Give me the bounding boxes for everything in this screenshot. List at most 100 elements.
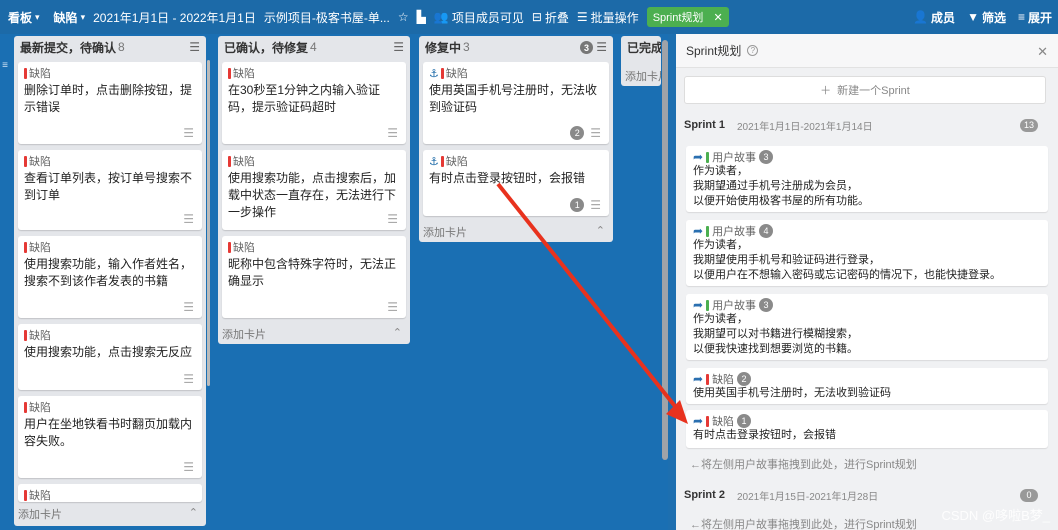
story-marker-icon [706,151,710,163]
description-icon: ☰ [183,372,194,386]
sprint-pill-label: Sprint规划 [652,12,704,24]
filter-button[interactable]: ▼ 筛选 [967,9,1006,26]
item-tag: ➦ 缺陷 1 [693,414,1041,428]
batch-label: 批量操作 [590,10,639,25]
card[interactable]: 缺陷 用户在坐地铁看书时翻页加载内容失败。 ☰ [18,396,202,478]
bug-marker-icon [24,329,27,341]
project-name[interactable]: 示例项目-极客书屋-单... [264,9,390,26]
collapse-icon[interactable]: ⌃ [189,506,198,519]
item-line: 我期望使用手机号和验证码进行登录， [693,254,880,266]
description-icon: ☰ [387,212,398,226]
card[interactable]: 缺陷 [18,484,202,502]
sprint-item[interactable]: ➦ 缺陷 2 使用英国手机号注册时，无法收到验证码 [686,368,1048,404]
card-type: 缺陷 [445,68,468,80]
column-badge: 3 [580,41,593,54]
card[interactable]: 缺陷 查看订单列表，按订单号搜索不到订单 ☰ [18,150,202,230]
help-icon[interactable]: ? [747,45,759,56]
card-tag: 缺陷 [228,154,400,168]
new-sprint-label: 新建一个Sprint [837,85,910,97]
sprint-item[interactable]: ➦ 用户故事 3 作为读者， 我期望可以对书籍进行模糊搜索， 以便我快速找到想要浏览… [686,294,1048,360]
add-card-link[interactable]: 添加卡片 [222,326,266,342]
sprint-count-badge: 13 [1019,118,1038,132]
close-icon[interactable]: ✕ [1037,44,1048,60]
close-icon[interactable]: ✕ [713,11,722,24]
card[interactable]: 缺陷 使用搜索功能，点击搜索后，加载中状态一直存在，无法进行下一步操作 ☰ [222,150,406,230]
story-marker-icon [706,225,710,237]
bug-marker-icon [228,155,231,167]
description-icon: ☰ [590,126,601,140]
collapse-icon[interactable]: ⌃ [393,326,402,339]
share-icon: ➦ [693,372,704,386]
view-label: 看板 [8,10,33,25]
card-type: 缺陷 [29,242,51,254]
fold-button[interactable]: ⊟ 折叠 [532,9,569,26]
sprint-dates: 2021年1月15日-2021年1月28日 [736,491,879,503]
card[interactable]: 缺陷 删除订单时，点击删除按钮，提示错误 ☰ [18,62,202,144]
star-icon[interactable]: ☆ [398,10,409,24]
drop-hint: ←将左侧用户故事拖拽到此处，进行Sprint规划 [690,519,917,530]
item-tag: ➦ 用户故事 3 [693,150,1041,164]
sprint-item[interactable]: ➦ 缺陷 1 有时点击登录按钮时，会报错 [686,410,1048,448]
add-card-link[interactable]: 添加卡片 [423,224,467,240]
view-switch-dropdown[interactable]: 看板 ▾ [8,9,40,26]
item-line: 以便用户在不想输入密码或忘记密码的情况下，也能快捷登录。 [693,269,1001,281]
card-tag: ⚓ 缺陷 [429,66,603,80]
card[interactable]: 缺陷 使用搜索功能，点击搜索无反应 ☰ [18,324,202,390]
menu-icon[interactable]: ☰ [393,40,404,54]
card-title: 昵称中包含特殊字符时，无法正确显示 [228,257,397,288]
column-new: 最新提交，待确认 8 ☰ 缺陷 删除订单时，点击删除按钮，提示错误 ☰ 缺陷 查看订… [14,36,206,526]
bug-marker-icon [24,155,27,167]
add-card-link[interactable]: 添加卡片 [625,68,661,84]
visibility-button[interactable]: 👥 项目成员可见 [434,9,524,26]
card-type: 缺陷 [29,156,51,168]
add-card-link[interactable]: 添加卡片 [18,506,62,522]
card[interactable]: 缺陷 使用搜索功能，输入作者姓名，搜索不到该作者发表的书籍 ☰ [18,236,202,318]
sprint-name: Sprint 1 [684,119,725,131]
sprint-count-badge: 0 [1020,488,1038,502]
expand-button[interactable]: ≡ 展开 [1018,9,1052,26]
column-header: 已完成1 [621,36,661,58]
card[interactable]: ⚓ 缺陷 有时点击登录按钮时，会报错 1 ☰ [423,150,609,216]
chart-icon[interactable]: ▙ [417,10,426,24]
item-line: 作为读者， [693,239,748,251]
members-button[interactable]: 👤 成员 [913,9,955,26]
sprint-planning-toggle[interactable]: Sprint规划 ✕ [646,7,729,27]
card[interactable]: ⚓ 缺陷 使用英国手机号注册时，无法收到验证码 2 ☰ [423,62,609,144]
collapse-icon[interactable]: ⌃ [596,224,605,237]
scrollbar[interactable] [662,40,668,460]
item-type: 用户故事 [712,226,757,238]
menu-icon[interactable]: ☰ [189,40,200,54]
story-points-badge: 4 [759,224,774,238]
new-sprint-button[interactable]: ＋ 新建一个Sprint [684,76,1046,104]
column-header: 修复中 3 3 ☰ [419,36,613,58]
plus-icon: ＋ [820,85,832,97]
type-dropdown[interactable]: 缺陷 ▾ [54,9,86,26]
column-fixing: 修复中 3 3 ☰ ⚓ 缺陷 使用英国手机号注册时，无法收到验证码 2 ☰ ⚓ 缺陷 有时点… [419,36,613,242]
bug-marker-icon [24,489,27,501]
visibility-label: 项目成员可见 [451,10,524,25]
date-range[interactable]: 2021年1月1日 - 2022年1月1日 [93,9,256,26]
item-tag: ➦ 用户故事 3 [693,298,1041,312]
card[interactable]: 缺陷 在30秒至1分钟之内输入验证码，提示验证码超时 ☰ [222,62,406,144]
members-icon: 👥 [433,10,449,24]
sprint-header[interactable]: Sprint 2 2021年1月15日-2021年1月28日 0 [684,486,1040,504]
card-type: 缺陷 [29,330,51,342]
card[interactable]: 缺陷 昵称中包含特殊字符时，无法正确显示 ☰ [222,236,406,318]
menu-icon[interactable]: ≡ [2,60,8,71]
members-label: 成员 [931,10,956,25]
sprint-header[interactable]: Sprint 1 2021年1月1日-2021年1月14日 13 [684,116,1040,134]
user-icon: 👤 [913,10,929,24]
scrollbar[interactable] [207,60,210,386]
description-icon: ☰ [590,198,601,212]
description-icon: ☰ [183,212,194,226]
menu-icon[interactable]: ☰ [596,40,607,54]
column-count: 8 [118,40,125,54]
column-header: 最新提交，待确认 8 ☰ [14,36,206,58]
sprint-item[interactable]: ➦ 用户故事 4 作为读者， 我期望使用手机号和验证码进行登录， 以便用户在不想输入… [686,220,1048,286]
item-line: 作为读者， [693,313,748,325]
batch-button[interactable]: ☰ 批量操作 [577,9,639,26]
card-type: 缺陷 [233,156,255,168]
description-icon: ☰ [387,126,398,140]
fold-label: 折叠 [544,10,569,25]
sprint-item[interactable]: ➦ 用户故事 3 作为读者， 我期望通过手机号注册成为会员， 以便开始使用极客书屋的… [686,146,1048,212]
